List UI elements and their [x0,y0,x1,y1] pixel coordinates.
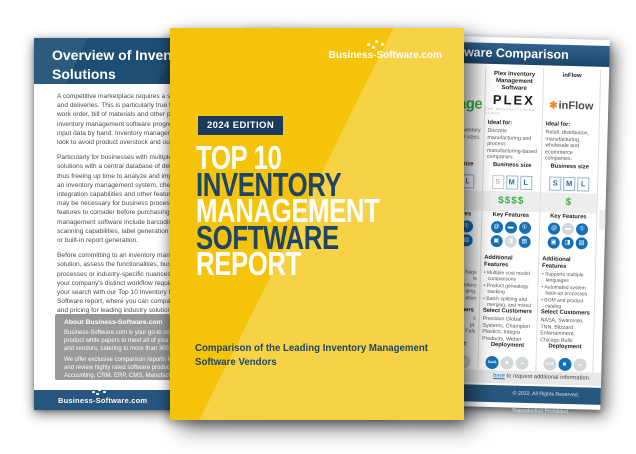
size-s-box: S [549,176,562,191]
counting-icon: ① [518,221,531,234]
plex-tagline: THE MANUFACTURING CLOUD [485,106,536,116]
counting-icon: ① [575,223,589,236]
mobile-icon: ◨ [504,235,517,248]
barcode-icon: @ [547,222,561,235]
onpremise-icon: ▦ [500,355,514,370]
label-icon: ▬ [504,221,517,234]
ideal-for-label: Ideal for: [487,119,513,127]
plex-logo: PLEX THE MANUFACTURING CLOUD [485,89,543,120]
pricing-value: $ [540,192,597,214]
business-size-boxes: SML [483,171,540,190]
ideal-for-text: Discrete manufacturing and process manuf… [486,127,537,161]
business-software-logo: Business-Software.com [329,43,442,61]
barcode-icon: @ [490,220,503,234]
key-feature-icons: @▬① ▣◨▤ [482,220,540,249]
select-customers-label: Select Customers [482,307,532,316]
business-size-boxes: SML [541,172,597,192]
vendor-column-inflow: inFlow ✱inFlow Ideal for: Retail, distri… [535,68,602,374]
size-l-box: L [519,175,532,190]
cloud-icon: ☁ [572,357,587,371]
ideal-for-label: Ideal for: [545,121,571,128]
business-software-logo: Business-Software.com [58,390,147,405]
select-customers-text: Precision Global Systems, Champion Plast… [482,315,530,343]
inflow-logo: ✱inFlow [549,99,594,113]
mobile-icon: ◨ [561,236,574,250]
vendor-label: Plex Inventory Management Software [493,70,536,91]
additional-features-list: Multiple cost model comparisonsProduct g… [483,270,535,308]
logo-dots-icon [366,43,370,46]
cloud-icon: ☁ [515,356,529,370]
label-icon: ▬ [561,222,575,236]
key-features-label: Key Features [550,213,587,221]
business-size-label: Business size [550,163,589,171]
shipping-icon: ▣ [547,236,560,249]
business-size-label: Business size [492,161,532,169]
key-feature-icons: @▬① ▣◨▤ [539,221,596,250]
deployment-label: Deployment [548,343,582,351]
report-subtitle: Comparison of the Leading Inventory Mana… [195,342,428,368]
additional-features-list: Supports multiple languagesAutomated sys… [541,271,592,309]
report-icon: ▤ [518,235,531,248]
report-cover: Business-Software.com 2024 EDITION TOP 1… [170,28,464,420]
report-cover-composition: Software Comparison ware sage Ideal for:… [0,0,636,454]
select-customers-label: Select Customers [540,309,590,317]
vendor-label: inFlow [562,72,582,80]
pricing-band [599,209,606,230]
saas-icon: SaaS [542,356,557,371]
size-m-box: M [505,175,518,190]
shipping-icon: ▣ [490,234,503,248]
logo-dots-icon [92,390,95,393]
key-features-label: Key Features [492,211,530,219]
inflow-mark-icon: ✱ [549,99,558,112]
pricing-value: $$$$ [482,190,540,213]
deployment-label: Deployment [490,341,525,349]
report-icon: ▤ [575,237,588,250]
additional-features-label: Additional Features [483,254,513,269]
request-info-link[interactable]: here [493,373,505,379]
size-m-box: M [563,176,576,192]
vendor-column-plex: Plex Inventory Management Software PLEX … [477,66,544,373]
edition-badge: 2024 EDITION [198,116,284,135]
size-s-box: S [491,174,504,190]
size-l-box: L [577,177,590,192]
ideal-for-text: Retail, distribution, manufacturing, who… [544,129,590,163]
title-line: REPORT [196,245,301,282]
select-customers-text: NASA, Swarovski, TNN, Blizzard Entertain… [540,317,584,344]
saas-icon: SaaS [485,355,499,369]
report-title: TOP 10 INVENTORY MANAGEMENT SOFTWARE REP… [196,141,431,282]
additional-features-label: Additional Features [541,256,571,270]
onpremise-icon: ▦ [557,357,572,371]
